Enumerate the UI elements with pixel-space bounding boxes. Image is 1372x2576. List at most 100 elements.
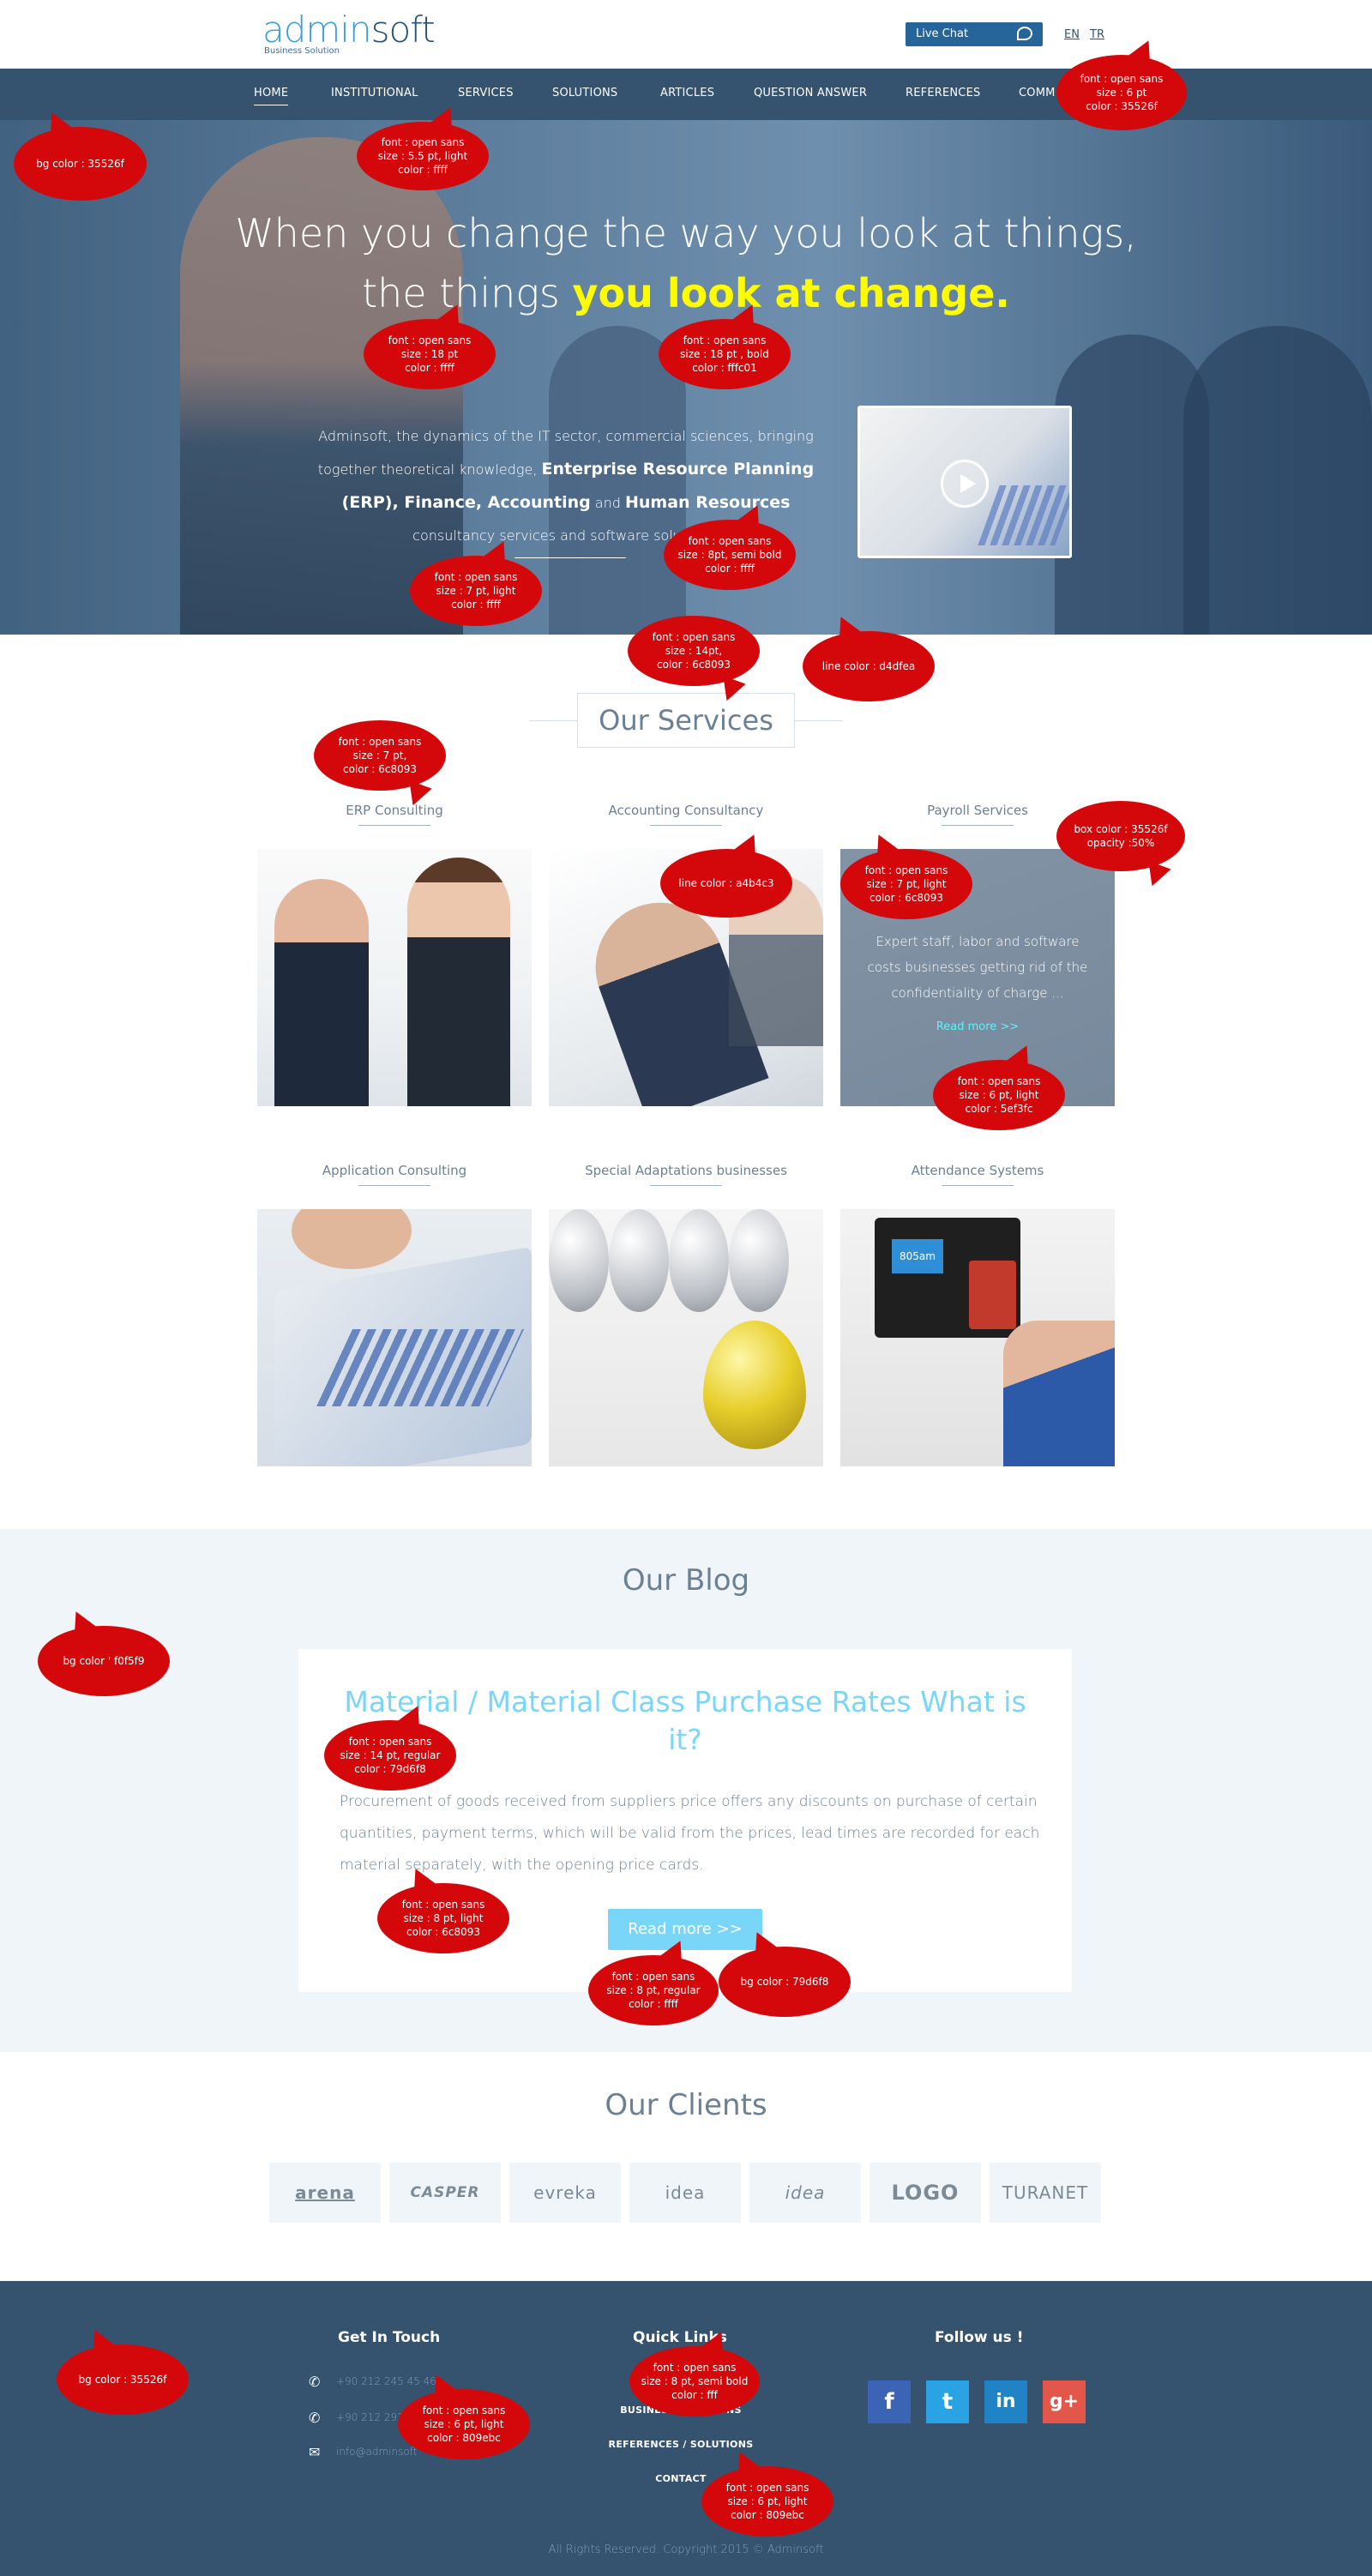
annotation-line: color : 35526f <box>1086 100 1158 112</box>
annotation-bubble: bg color ' f0f5f9 <box>38 1626 170 1696</box>
service-image-special-adaptations[interactable] <box>549 1209 823 1466</box>
annotation-line: color : 6c8093 <box>406 1926 480 1938</box>
annotation-line: size : 14pt, <box>665 645 723 657</box>
adminsoft-logo[interactable]: adminsoft Business Solution <box>262 9 436 57</box>
annotation-line: font : open sans <box>422 2404 506 2417</box>
annotation-line: color : 6c8093 <box>657 659 731 671</box>
annotation-bubble: font : open sans size : 6 pt color : 35526… <box>1056 55 1187 130</box>
annotation-bubble: font : open sans size : 6 pt, light color … <box>933 1060 1065 1130</box>
hero-line2-highlight: you look at change. <box>572 270 1010 316</box>
footer-get-in-touch-heading: Get In Touch <box>338 2329 441 2346</box>
facebook-icon[interactable]: f <box>868 2380 911 2423</box>
annotation-bubble: font : open sans size : 5.5 pt, light colo… <box>357 122 489 190</box>
annotation-line: font : open sans <box>653 2362 737 2374</box>
hero-video-thumbnail[interactable] <box>858 406 1072 558</box>
annotation-bubble: line color : d4dfea <box>803 631 935 701</box>
annotation-line: size : 18 pt <box>400 348 459 360</box>
twitter-icon[interactable]: t <box>926 2380 969 2423</box>
footer-phone-2[interactable]: +90 212 291 <box>336 2411 404 2423</box>
annotation-line: font : open sans <box>688 535 772 547</box>
annotation-bubble: font : open sans size : 8pt, semi bold col… <box>664 520 796 590</box>
annotation-line: color : ffff <box>705 563 755 575</box>
client-logo-evreka[interactable]: evreka <box>509 2163 621 2223</box>
service-label-application[interactable]: Application Consulting <box>257 1163 532 1186</box>
annotation-line: box color : 35526f <box>1074 823 1168 835</box>
annotation-line: size : 8 pt, semi bold <box>641 2375 749 2387</box>
client-logo-idea-alt[interactable]: idea <box>749 2163 861 2223</box>
service-label-special-adaptations[interactable]: Special Adaptations businesses <box>549 1163 823 1186</box>
annotation-line: font : open sans <box>348 1736 432 1748</box>
tablet-bar-chart <box>316 1329 524 1406</box>
nav-institutional[interactable]: INSTITUTIONAL <box>331 87 418 99</box>
chat-bubble-icon <box>1017 27 1032 40</box>
annotation-bubble: font : open sans size : 14pt, color : 6c80… <box>628 616 760 686</box>
annotation-line: color : 6c8093 <box>343 763 417 775</box>
play-icon[interactable] <box>941 460 989 508</box>
silver-egg <box>549 1209 609 1312</box>
payroll-read-more-link[interactable]: Read more >> <box>840 1020 1115 1033</box>
annotation-line: size : 7 pt, <box>352 749 407 761</box>
annotation-line: size : 6 pt, light <box>727 2495 808 2507</box>
annotation-line: font : open sans <box>401 1899 485 1911</box>
nav-home[interactable]: HOME <box>254 87 289 105</box>
annotation-line: color : 809ebc <box>731 2509 804 2521</box>
nav-articles[interactable]: ARTICLES <box>660 87 714 99</box>
clients-title: Our Clients <box>605 2088 767 2122</box>
client-logo-arena[interactable]: arena <box>269 2163 381 2223</box>
linkedin-icon[interactable]: in <box>984 2380 1027 2423</box>
footer-email[interactable]: info@adminsoft <box>336 2446 417 2458</box>
live-chat-button[interactable]: Live Chat <box>906 22 1043 46</box>
nav-references[interactable]: REFERENCES <box>906 87 980 99</box>
footer-copyright: All Rights Reserved. Copyright 2015 © Ad… <box>548 2543 824 2556</box>
annotation-line: color : ffff <box>629 1998 678 2010</box>
annotation-line: color : ffff <box>405 362 454 374</box>
service-image-erp[interactable] <box>257 849 532 1106</box>
terminal-screen: 805am <box>892 1239 943 1273</box>
annotation-line: font : open sans <box>1080 73 1164 85</box>
annotation-line: font : open sans <box>725 2482 809 2494</box>
lang-en-link[interactable]: EN <box>1064 28 1080 41</box>
annotation-line: color : 6c8093 <box>870 892 943 904</box>
service-label-accounting[interactable]: Accounting Consultancy <box>549 803 823 826</box>
email-icon: ✉ <box>309 2444 321 2460</box>
service-label-attendance[interactable]: Attendance Systems <box>840 1163 1115 1186</box>
client-logo-turanet[interactable]: TURANET <box>990 2163 1101 2223</box>
annotation-line: font : open sans <box>381 136 465 148</box>
annotation-line: bg color : 35526f <box>78 2374 167 2386</box>
footer: Get In Touch ✆ +90 212 245 45 46 ✆ +90 2… <box>0 2281 1372 2576</box>
google-plus-icon[interactable]: g+ <box>1043 2380 1086 2423</box>
nav-services[interactable]: SERVICES <box>458 87 514 99</box>
lang-tr-link[interactable]: TR <box>1090 28 1104 41</box>
annotation-line: size : 18 pt , bold <box>680 348 769 360</box>
nav-communication[interactable]: COMM <box>1019 87 1056 99</box>
hero-headline-line1: When you change the way you look at thin… <box>235 210 1137 256</box>
service-label-erp[interactable]: ERP Consulting <box>257 803 532 826</box>
video-chart-graphic <box>978 485 1069 545</box>
service-image-attendance[interactable]: 805am <box>840 1209 1115 1466</box>
logo-main: admin <box>262 9 372 51</box>
footer-phone-1[interactable]: +90 212 245 45 46 <box>336 2375 436 2387</box>
services-title: Our Services <box>577 693 795 748</box>
client-logo-casper[interactable]: CASPER <box>389 2163 501 2223</box>
hand-graphic <box>292 1209 412 1269</box>
businessman-figure <box>274 879 369 1106</box>
nav-question-answer[interactable]: QUESTION ANSWER <box>754 87 867 99</box>
annotation-line: size : 8 pt, regular <box>606 1984 701 1996</box>
footer-link-references[interactable]: REFERENCES / SOLUTIONS <box>595 2439 767 2450</box>
client-logo-idea[interactable]: idea <box>629 2163 741 2223</box>
annotation-line: size : 7 pt, light <box>866 878 947 890</box>
nav-solutions[interactable]: SOLUTIONS <box>552 87 617 99</box>
annotation-line: color : fff <box>671 2389 718 2401</box>
annotation-bubble: line color : a4b4c3 <box>660 849 792 918</box>
service-image-application[interactable] <box>257 1209 532 1466</box>
annotation-line: font : open sans <box>388 334 472 346</box>
annotation-line: font : open sans <box>683 334 767 346</box>
businesswoman-figure <box>407 858 510 1106</box>
hero-headline-line2: the things you look at change. <box>0 268 1372 319</box>
phone-icon: ✆ <box>309 2374 321 2390</box>
annotation-line: font : open sans <box>652 631 736 643</box>
client-logo-logo[interactable]: LOGO <box>870 2163 981 2223</box>
annotation-bubble: bg color : 35526f <box>57 2344 189 2415</box>
annotation-line: font : open sans <box>611 1971 695 1983</box>
logo-accent: soft <box>370 9 436 51</box>
